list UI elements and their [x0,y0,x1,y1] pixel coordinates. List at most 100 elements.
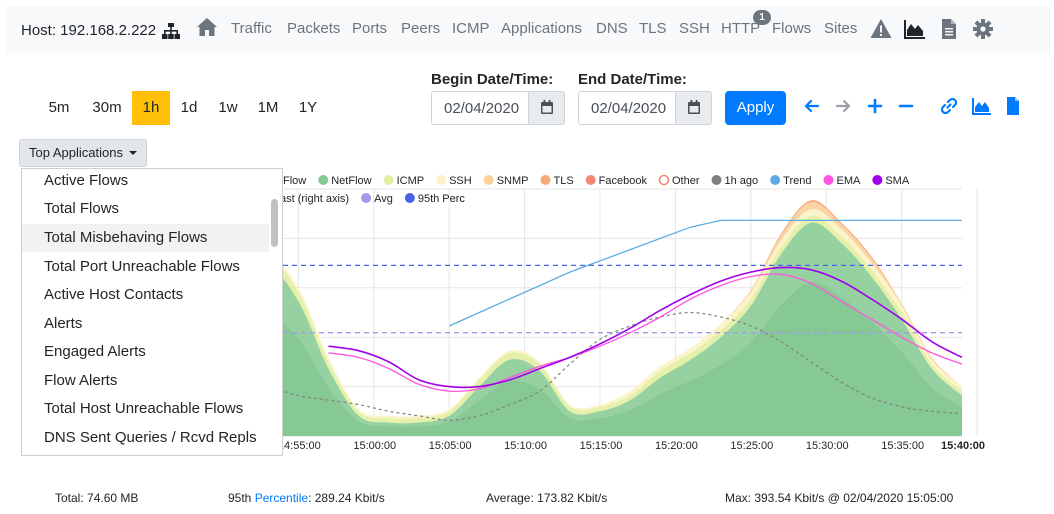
apply-button[interactable]: Apply [725,91,786,125]
legend-swatch [404,193,415,203]
nav-traffic[interactable]: Traffic [231,20,272,37]
legend-swatch [540,175,551,185]
x-tick-label: 15:25:00 [730,440,773,452]
area-chart-icon[interactable] [972,96,992,116]
legend-label: 95th Perc [418,193,466,205]
end-date-label: End Date/Time: [578,71,687,88]
nav-peers[interactable]: Peers [401,20,440,37]
menu-item-dns-queries[interactable]: DNS Sent Queries / Rcvd Repls [22,424,269,452]
nav-icmp[interactable]: ICMP [452,20,490,37]
menu-item-total-misbehaving-flows[interactable]: Total Misbehaving Flows [22,224,269,252]
legend-swatch [770,175,781,185]
range-1w-button[interactable]: 1w [210,91,246,125]
begin-date-field[interactable]: 02/04/2020 [431,91,565,125]
x-tick-label: 15:20:00 [655,440,698,452]
end-calendar-button[interactable] [675,92,711,124]
gear-icon[interactable] [972,18,994,40]
dropdown-scrollbar[interactable] [271,199,278,247]
nav-sites[interactable]: Sites [824,20,857,37]
legend-label: Avg [374,193,393,205]
legend-label: 1h ago [725,175,759,187]
minus-icon[interactable] [896,96,916,116]
top-applications-dropdown[interactable]: Top Applications [19,139,147,167]
x-tick-label: 15:35:00 [881,440,924,452]
legend-label: EMA [836,175,861,187]
legend-label: TLS [553,175,573,187]
range-1h-button[interactable]: 1h [132,91,170,125]
dropdown-label: Top Applications [29,145,123,160]
menu-item-alerts[interactable]: Alerts [22,310,269,338]
legend-swatch [361,193,372,203]
footer-95th-percentile: 95th Percentile: 289.24 Kbit/s [228,491,385,505]
menu-item-active-host-contacts[interactable]: Active Host Contacts [22,281,269,309]
nav-dns[interactable]: DNS [596,20,628,37]
caret-down-icon [128,151,137,155]
calendar-icon [541,100,553,114]
nav-packets[interactable]: Packets [287,20,340,37]
x-tick-label: 15:10:00 [504,440,547,452]
dropdown-menu: Active Flows Total Flows Total Misbehavi… [21,168,283,456]
end-date-field[interactable]: 02/04/2020 [578,91,712,125]
arrow-right-icon[interactable] [833,96,853,116]
http-badge: 1 [753,10,771,25]
legend-label: Facebook [599,175,648,187]
navbar: Host: 192.168.2.222 Traffic Packets Port… [6,6,1050,53]
nav-applications[interactable]: Applications [501,20,582,37]
legend-swatch [585,175,596,185]
range-5m-button[interactable]: 5m [40,91,78,125]
area-chart-icon[interactable] [904,18,926,40]
menu-item-flow-alerts[interactable]: Flow Alerts [22,367,269,395]
x-tick-label: 15:40:00 [941,440,985,452]
legend-swatch [658,174,670,186]
legend-swatch [823,175,834,185]
range-1M-button[interactable]: 1M [250,91,286,125]
begin-date-value[interactable]: 02/04/2020 [444,100,531,117]
alert-icon[interactable] [870,18,892,40]
legend-label: SSH [449,175,472,187]
footer-perc-prefix: 95th [228,491,255,505]
arrow-left-icon[interactable] [802,96,822,116]
file-icon[interactable] [938,18,960,40]
range-1d-button[interactable]: 1d [172,91,206,125]
menu-item-active-flows[interactable]: Active Flows [22,169,269,195]
host-label: Host: 192.168.2.222 [21,22,157,39]
range-30m-button[interactable]: 30m [86,91,128,125]
legend-swatch [711,175,722,185]
footer-perc-value: : 289.24 Kbit/s [308,491,385,505]
file-icon[interactable] [1003,96,1023,116]
legend-label: Other [672,175,700,187]
begin-calendar-button[interactable] [528,92,564,124]
menu-item-engaged-alerts[interactable]: Engaged Alerts [22,338,269,366]
plus-icon[interactable] [865,96,885,116]
legend-label: Trend [783,175,811,187]
begin-date-label: Begin Date/Time: [431,71,554,88]
legend-label: SNMP [497,175,529,187]
legend-label: Flow [283,175,306,187]
nav-ports[interactable]: Ports [352,20,387,37]
menu-item-total-host-unreachable-flows[interactable]: Total Host Unreachable Flows [22,395,269,423]
calendar-icon [688,100,700,114]
range-1Y-button[interactable]: 1Y [290,91,326,125]
x-tick-label: 14:55:00 [278,440,321,452]
legend-swatch [872,175,883,185]
link-icon[interactable] [939,96,959,116]
menu-item-total-port-unreachable-flows[interactable]: Total Port Unreachable Flows [22,253,269,281]
legend-swatch [436,175,447,185]
x-tick-label: 15:30:00 [806,440,849,452]
end-date-value[interactable]: 02/04/2020 [591,100,678,117]
legend-swatch [383,175,394,185]
x-tick-label: 15:15:00 [580,440,623,452]
x-tick-label: 15:00:00 [353,440,396,452]
percentile-link[interactable]: Percentile [255,491,308,505]
network-icon[interactable] [162,23,180,39]
nav-flows[interactable]: Flows [772,20,811,37]
nav-tls[interactable]: TLS [639,20,667,37]
footer-average: Average: 173.82 Kbit/s [486,491,608,505]
footer-total: Total: 74.60 MB [55,491,139,505]
legend-label: SMA [885,175,910,187]
nav-ssh[interactable]: SSH [679,20,710,37]
legend-label: ICMP [397,175,425,187]
home-icon[interactable] [196,17,218,37]
x-tick-label: 15:05:00 [429,440,472,452]
menu-item-total-flows[interactable]: Total Flows [22,195,269,223]
